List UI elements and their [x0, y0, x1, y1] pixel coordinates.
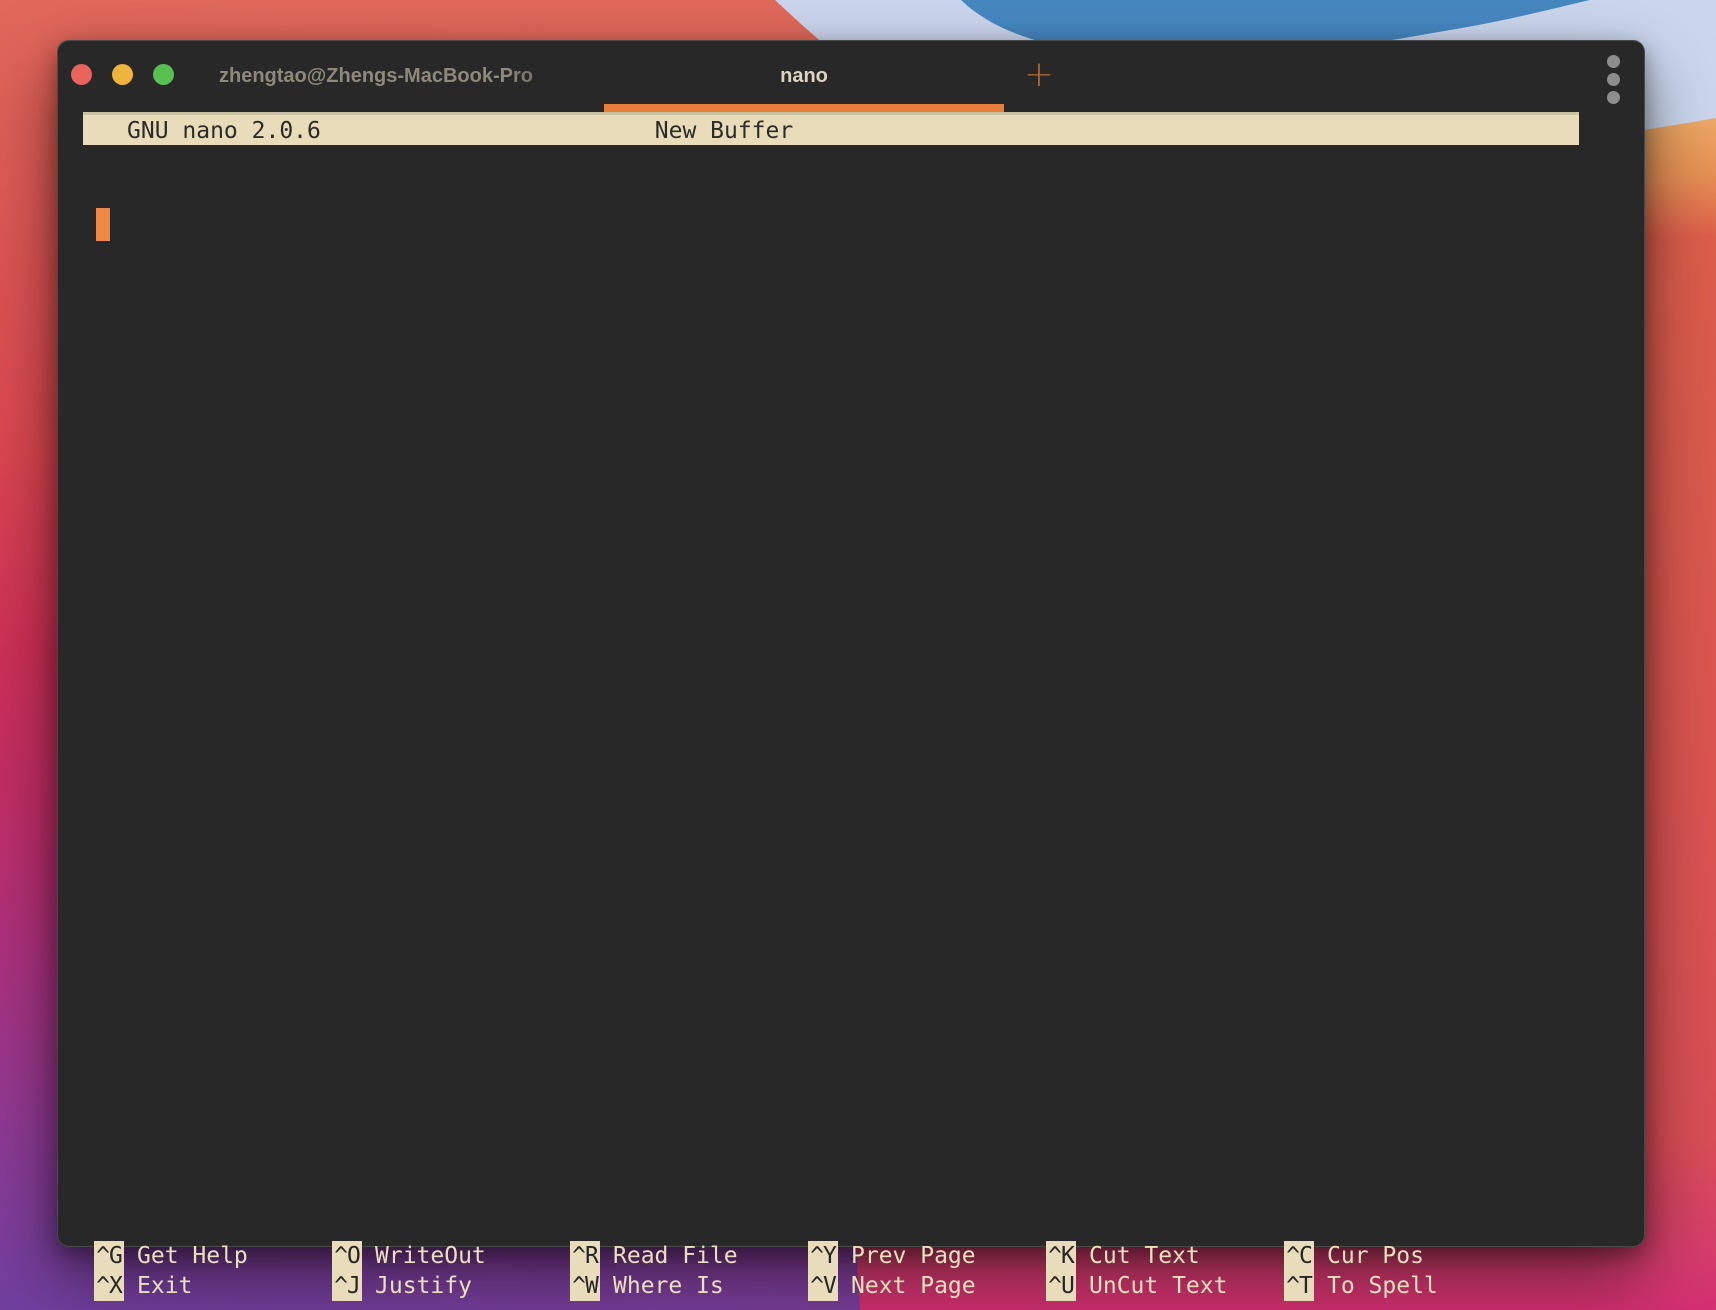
terminal-window: zhengtao@Zhengs-MacBook-Pro nano + GNU n… [57, 40, 1645, 1247]
text-buffer-area[interactable] [83, 145, 1579, 1165]
shortcut-label: Get Help [137, 1243, 248, 1269]
shortcut-column: ^R Read File ^W Where Is [570, 1241, 808, 1301]
minimize-button[interactable] [112, 64, 133, 85]
shortcut-key: ^R [570, 1241, 600, 1271]
shortcut-key: ^U [1046, 1271, 1076, 1301]
shortcut-column: ^K Cut Text ^U UnCut Text [1046, 1241, 1284, 1301]
shortcut-key: ^X [94, 1271, 124, 1301]
shortcut-key: ^G [94, 1241, 124, 1271]
shortcut-label: Cur Pos [1327, 1243, 1424, 1269]
shortcut-label: UnCut Text [1089, 1273, 1227, 1299]
shortcut-column: ^G Get Help ^X Exit [94, 1241, 332, 1301]
tab-nano[interactable]: nano [604, 41, 1004, 111]
shortcut-key: ^J [332, 1271, 362, 1301]
shortcut-cur-pos: ^C Cur Pos [1284, 1241, 1522, 1271]
window-title: zhengtao@Zhengs-MacBook-Pro [219, 41, 619, 111]
shortcut-cut-text: ^K Cut Text [1046, 1241, 1284, 1271]
shortcut-label: WriteOut [375, 1243, 486, 1269]
shortcut-key: ^K [1046, 1241, 1076, 1271]
shortcut-column: ^Y Prev Page ^V Next Page [808, 1241, 1046, 1301]
shortcut-prev-page: ^Y Prev Page [808, 1241, 1046, 1271]
nano-title-bar: GNU nano 2.0.6 New Buffer [83, 112, 1579, 145]
nano-editor: GNU nano 2.0.6 New Buffer ^GGet Help ^XE… [58, 111, 1644, 1248]
shortcut-column: ^O WriteOut ^J Justify [332, 1241, 570, 1301]
shortcut-label: Justify [375, 1273, 472, 1299]
shortcut-label: Prev Page [851, 1243, 976, 1269]
zoom-button[interactable] [153, 64, 174, 85]
close-button[interactable] [71, 64, 92, 85]
shortcut-to-spell: ^T To Spell [1284, 1271, 1522, 1301]
shortcut-key: ^T [1284, 1271, 1314, 1301]
shortcut-bar: ^G Get Help ^X Exit ^O WriteOut ^J Justify ^… [94, 1241, 1522, 1301]
shortcut-label: Exit [137, 1273, 192, 1299]
shortcut-column: ^C Cur Pos ^T To Spell [1284, 1241, 1522, 1301]
shortcut-where-is: ^W Where Is [570, 1271, 808, 1301]
new-tab-button[interactable]: + [1020, 57, 1058, 95]
shortcut-label: Cut Text [1089, 1243, 1200, 1269]
shortcut-key: ^C [1284, 1241, 1314, 1271]
overflow-menu-icon[interactable] [1607, 55, 1621, 104]
shortcut-key: ^O [332, 1241, 362, 1271]
nano-buffer-title: New Buffer [0, 115, 1472, 148]
shortcut-key: ^Y [808, 1241, 838, 1271]
shortcut-uncut-text: ^U UnCut Text [1046, 1271, 1284, 1301]
shortcut-key: ^W [570, 1271, 600, 1301]
shortcut-next-page: ^V Next Page [808, 1271, 1046, 1301]
shortcut-writeout: ^O WriteOut [332, 1241, 570, 1271]
shortcut-get-help: ^G Get Help [94, 1241, 332, 1271]
shortcut-label: To Spell [1327, 1273, 1438, 1299]
shortcut-label: Next Page [851, 1273, 976, 1299]
shortcut-key: ^V [808, 1271, 838, 1301]
tab-bar: zhengtao@Zhengs-MacBook-Pro nano + [58, 41, 1644, 111]
shortcut-exit: ^X Exit [94, 1271, 332, 1301]
text-cursor [96, 208, 110, 241]
shortcut-justify: ^J Justify [332, 1271, 570, 1301]
shortcut-label: Read File [613, 1243, 738, 1269]
traffic-lights [71, 64, 174, 85]
shortcut-read-file: ^R Read File [570, 1241, 808, 1271]
shortcut-label: Where Is [613, 1273, 724, 1299]
